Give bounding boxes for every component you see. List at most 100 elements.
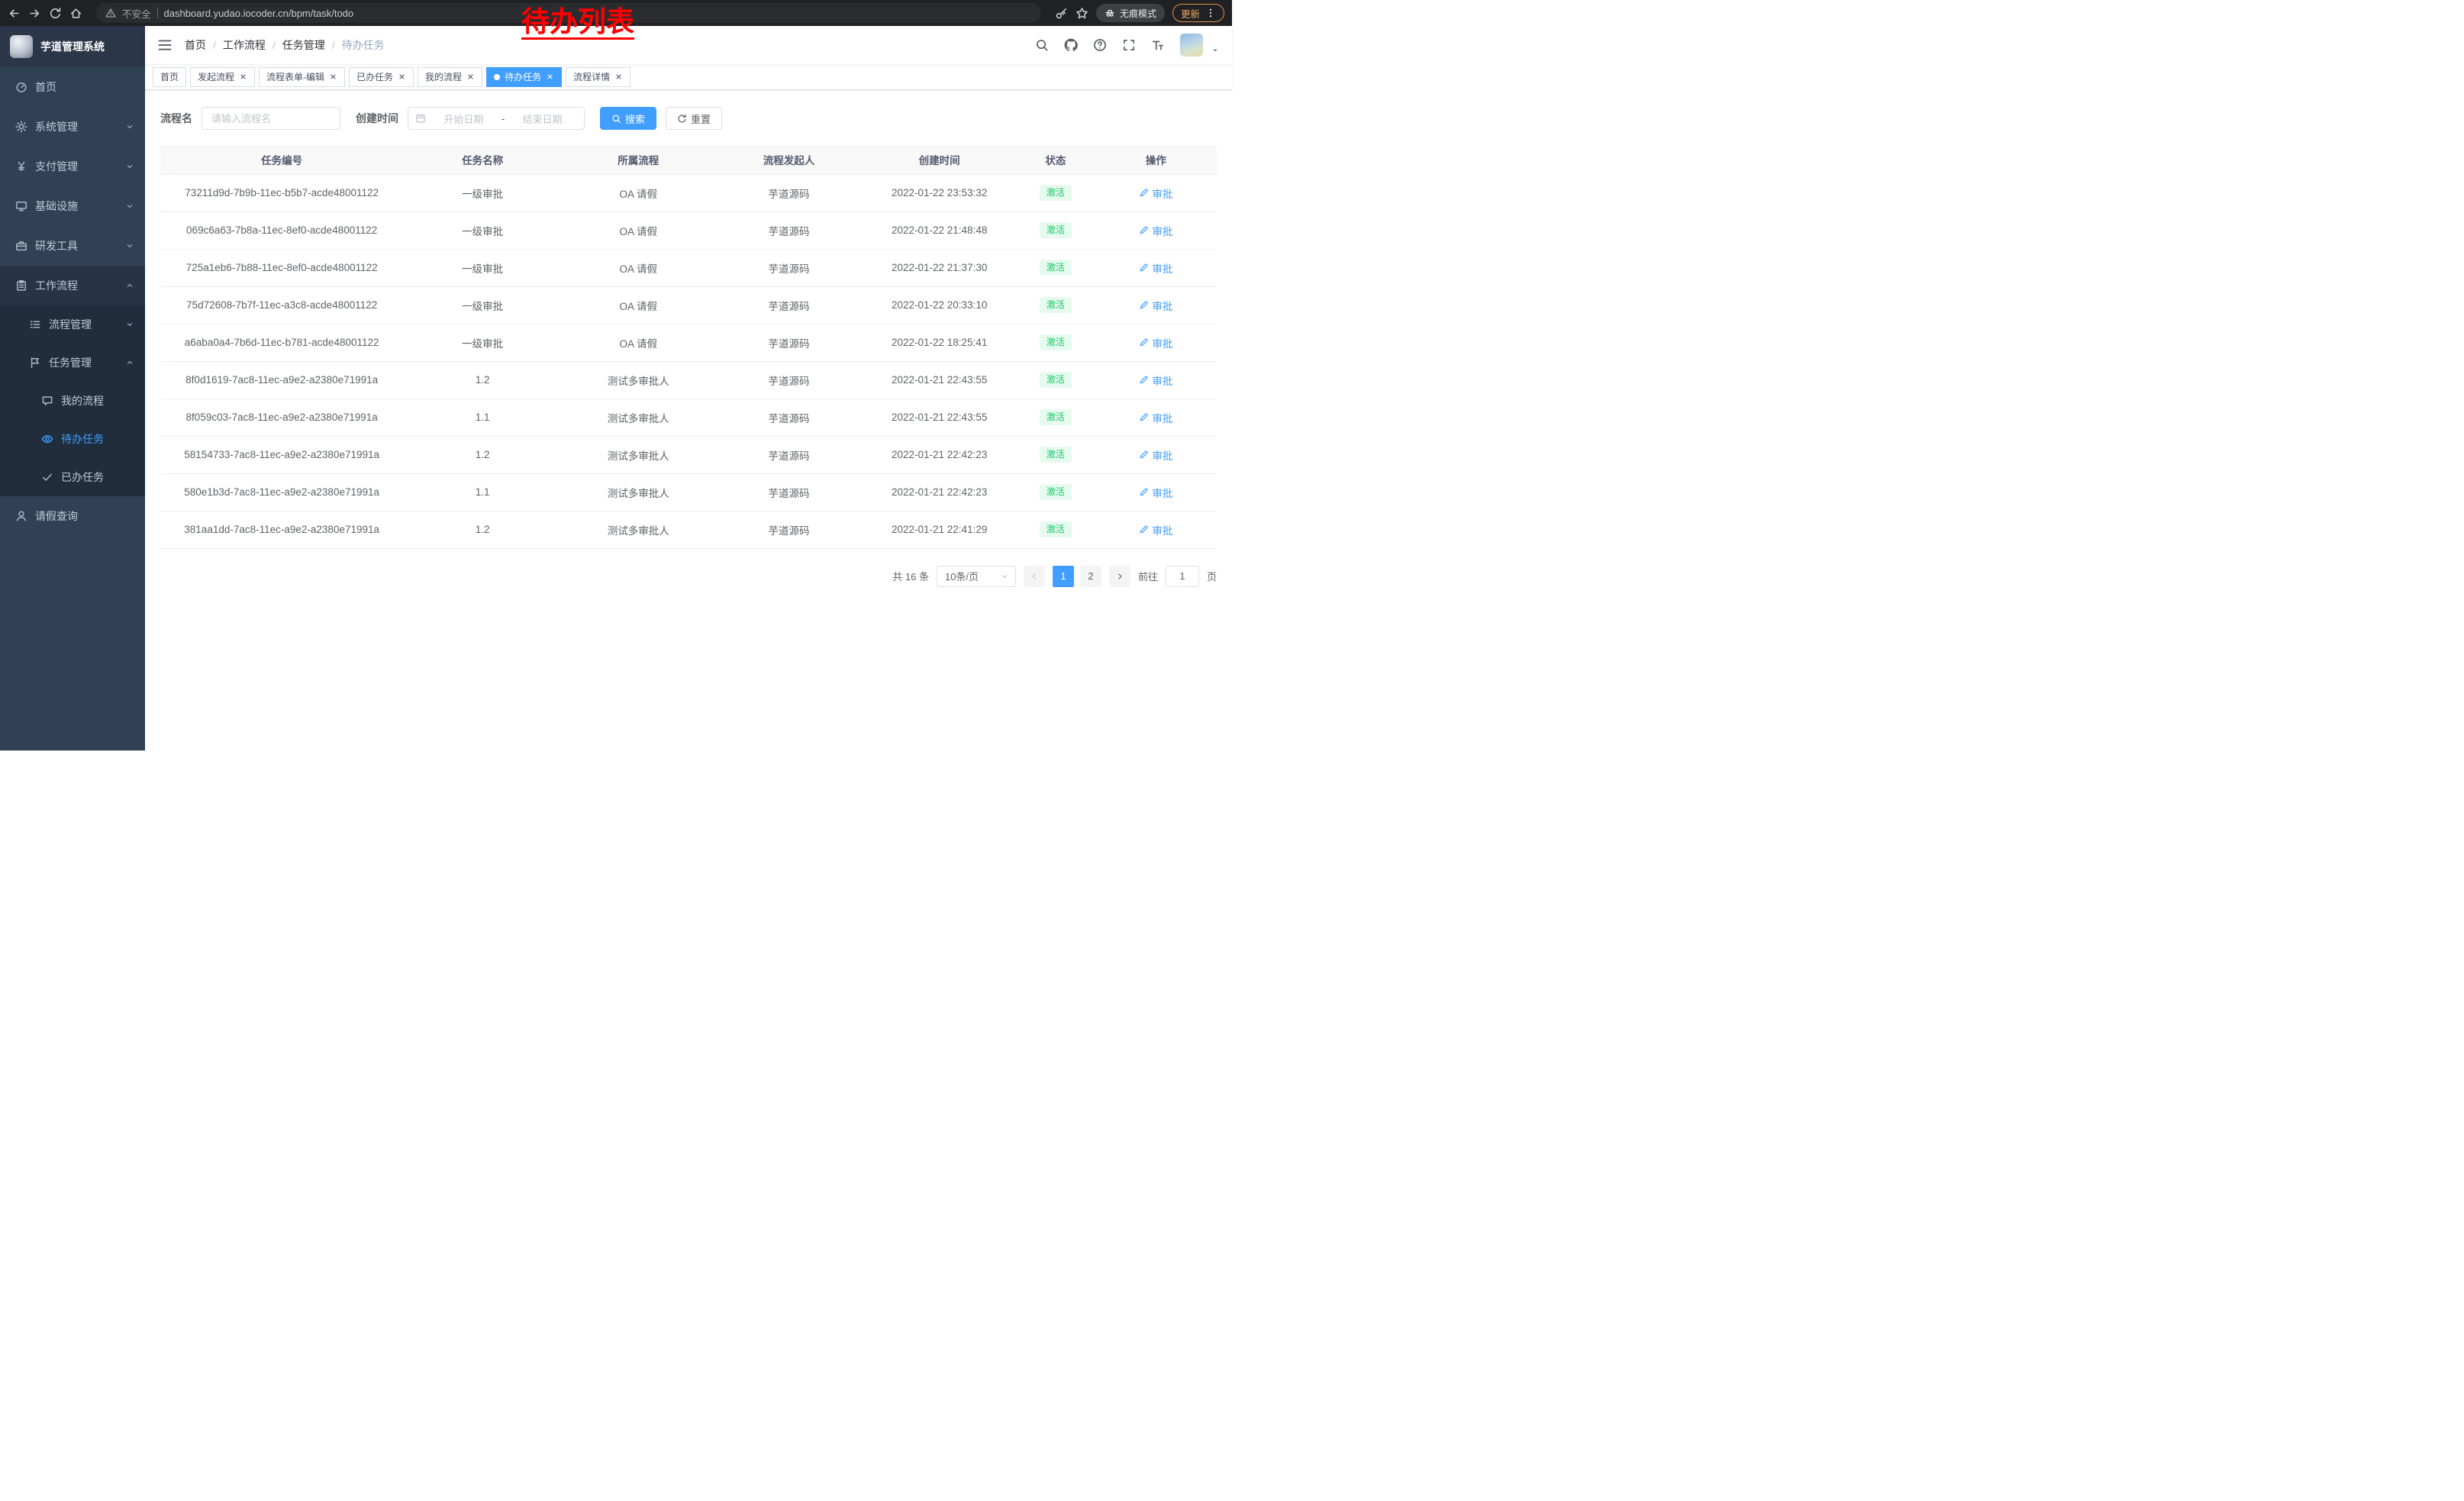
help-icon[interactable]	[1093, 38, 1107, 52]
tab-start-process[interactable]: 发起流程	[190, 67, 255, 87]
prev-page-button[interactable]	[1024, 566, 1045, 587]
tab-process-detail[interactable]: 流程详情	[566, 67, 631, 87]
sidebar-item-system[interactable]: 系统管理	[0, 107, 145, 147]
approve-link-label: 审批	[1152, 373, 1172, 388]
incognito-label: 无痕模式	[1120, 7, 1156, 20]
edit-icon	[1139, 525, 1149, 534]
avatar[interactable]	[1180, 34, 1203, 56]
breadcrumb-task-management[interactable]: 任务管理	[282, 37, 342, 53]
process-name-input[interactable]	[202, 107, 340, 130]
page-button-1[interactable]: 1	[1053, 566, 1074, 587]
address-bar[interactable]: 不安全 dashboard.yudao.iocoder.cn/bpm/task/…	[96, 3, 1041, 23]
tab-close-icon[interactable]	[239, 73, 247, 81]
main-area: 首页 工作流程 任务管理 待办任务	[145, 26, 1232, 750]
next-page-button[interactable]	[1109, 566, 1130, 587]
status-badge: 激活	[1040, 484, 1072, 499]
tab-todo-tasks[interactable]: 待办任务	[486, 67, 562, 87]
approve-link[interactable]: 审批	[1139, 223, 1172, 238]
approve-link[interactable]: 审批	[1139, 522, 1172, 537]
task-table: 任务编号 任务名称 所属流程 流程发起人 创建时间 状态 操作	[160, 145, 1217, 549]
tab-label: 待办任务	[505, 70, 541, 83]
tab-close-icon[interactable]	[398, 73, 406, 81]
chevron-down-icon	[125, 358, 134, 367]
sidebar-item-leave-query[interactable]: 请假查询	[0, 496, 145, 536]
cell-task-name: 1.1	[403, 399, 562, 436]
goto-page-input[interactable]	[1166, 566, 1199, 587]
tab-home[interactable]: 首页	[153, 67, 186, 87]
sidebar-item-todo-tasks[interactable]: 待办任务	[0, 420, 145, 458]
sidebar-item-my-process[interactable]: 我的流程	[0, 382, 145, 420]
caret-down-icon[interactable]	[1211, 46, 1220, 55]
home-icon[interactable]	[69, 7, 82, 20]
tab-close-icon[interactable]	[329, 73, 337, 81]
approve-link[interactable]: 审批	[1139, 335, 1172, 350]
github-icon[interactable]	[1064, 38, 1078, 52]
collapse-sidebar-icon[interactable]	[157, 37, 173, 53]
approve-link[interactable]: 审批	[1139, 373, 1172, 388]
tab-close-icon[interactable]	[614, 73, 623, 81]
cell-create-time: 2022-01-22 23:53:32	[863, 174, 1016, 211]
sidebar-item-label: 支付管理	[35, 159, 118, 174]
update-button[interactable]: 更新	[1172, 4, 1224, 22]
cell-status: 激活	[1016, 473, 1095, 511]
approve-link[interactable]: 审批	[1139, 260, 1172, 276]
key-icon[interactable]	[1055, 7, 1068, 20]
page-size-select[interactable]: 10条/页	[937, 566, 1016, 587]
approve-link[interactable]: 审批	[1139, 410, 1172, 425]
tab-close-icon[interactable]	[466, 73, 475, 81]
cell-task-id: 069c6a63-7b8a-11ec-8ef0-acde48001122	[160, 211, 403, 249]
menu-dots-icon[interactable]	[1205, 8, 1216, 18]
forward-icon[interactable]	[28, 7, 41, 20]
back-icon[interactable]	[8, 7, 21, 20]
warning-icon	[105, 8, 116, 18]
cell-process: OA 请假	[562, 249, 715, 286]
approve-link[interactable]: 审批	[1139, 186, 1172, 201]
date-range-picker[interactable]: 开始日期 - 结束日期	[408, 107, 585, 130]
done-icon	[41, 471, 53, 483]
browser-chrome: 不安全 dashboard.yudao.iocoder.cn/bpm/task/…	[0, 0, 1232, 26]
approve-link-label: 审批	[1152, 298, 1172, 313]
tab-label: 流程表单-编辑	[266, 70, 324, 83]
tab-my-process[interactable]: 我的流程	[418, 67, 482, 87]
page-content: 流程名 创建时间 开始日期 - 结束日期 搜索 重置	[145, 90, 1232, 750]
sidebar-item-label: 流程管理	[49, 317, 118, 332]
font-size-icon[interactable]	[1151, 38, 1165, 52]
sidebar-item-label: 任务管理	[49, 355, 118, 370]
cell-task-id: 75d72608-7b7f-11ec-a3c8-acde48001122	[160, 286, 403, 324]
cell-process: OA 请假	[562, 174, 715, 211]
breadcrumb-workflow[interactable]: 工作流程	[223, 37, 282, 53]
fullscreen-icon[interactable]	[1122, 38, 1136, 52]
approve-link-label: 审批	[1152, 447, 1172, 463]
search-icon[interactable]	[1035, 38, 1049, 52]
search-button[interactable]: 搜索	[600, 107, 656, 130]
reset-button[interactable]: 重置	[666, 107, 722, 130]
workflow-icon	[15, 279, 27, 292]
sidebar-item-infrastructure[interactable]: 基础设施	[0, 186, 145, 226]
sidebar-item-home[interactable]: 首页	[0, 67, 145, 107]
status-badge: 激活	[1040, 372, 1072, 387]
sidebar-item-label: 基础设施	[35, 199, 118, 214]
cell-process: 测试多审批人	[562, 511, 715, 548]
reload-icon[interactable]	[49, 7, 62, 20]
tab-close-icon[interactable]	[546, 73, 554, 81]
sidebar-item-devtools[interactable]: 研发工具	[0, 226, 145, 266]
tab-done-tasks[interactable]: 已办任务	[349, 67, 414, 87]
table-row: 069c6a63-7b8a-11ec-8ef0-acde48001122 一级审…	[160, 211, 1217, 249]
star-icon[interactable]	[1076, 7, 1088, 20]
cell-initiator: 芋道源码	[715, 436, 863, 473]
search-button-label: 搜索	[625, 111, 645, 126]
sidebar-item-payment[interactable]: 支付管理	[0, 147, 145, 186]
approve-link[interactable]: 审批	[1139, 298, 1172, 313]
approve-link[interactable]: 审批	[1139, 485, 1172, 500]
sidebar-item-task-management[interactable]: 任务管理	[0, 344, 145, 382]
sidebar-item-done-tasks[interactable]: 已办任务	[0, 458, 145, 496]
approve-link[interactable]: 审批	[1139, 447, 1172, 463]
tab-form-edit[interactable]: 流程表单-编辑	[259, 67, 345, 87]
tab-label: 发起流程	[198, 70, 234, 83]
sidebar-item-workflow[interactable]: 工作流程	[0, 266, 145, 305]
sidebar-item-process-management[interactable]: 流程管理	[0, 305, 145, 344]
breadcrumb-home[interactable]: 首页	[185, 37, 223, 53]
page-button-2[interactable]: 2	[1080, 566, 1101, 587]
breadcrumb-todo-tasks[interactable]: 待办任务	[342, 37, 385, 53]
cell-task-id: a6aba0a4-7b6d-11ec-b781-acde48001122	[160, 324, 403, 361]
